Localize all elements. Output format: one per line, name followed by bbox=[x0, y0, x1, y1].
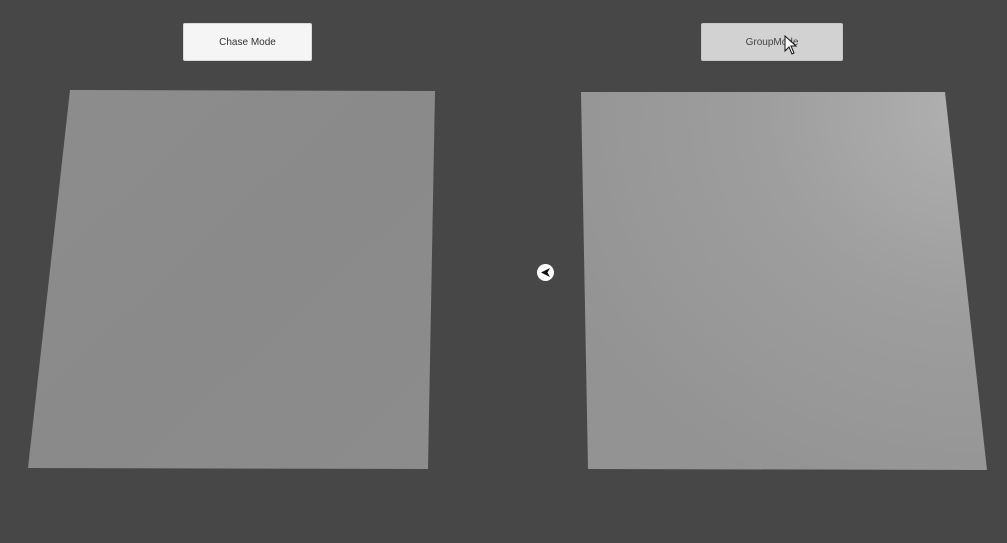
mouse-pointer-icon bbox=[784, 35, 798, 55]
left-floor-plane bbox=[28, 90, 435, 469]
group-mode-button[interactable]: GroupMode bbox=[701, 23, 843, 61]
chase-mode-button[interactable]: Chase Mode bbox=[183, 23, 312, 61]
right-floor-plane bbox=[581, 92, 987, 470]
game-viewport[interactable]: Chase Mode GroupMode bbox=[0, 0, 1007, 543]
floor-planes bbox=[28, 90, 987, 470]
arrow-agent-icon bbox=[537, 264, 554, 281]
